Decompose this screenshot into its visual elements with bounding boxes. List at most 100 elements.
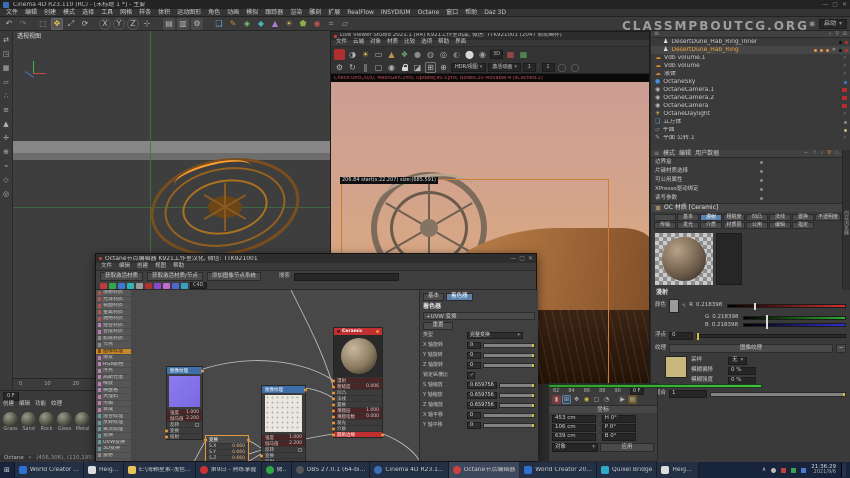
rot-h-field[interactable]: H 0° [602, 415, 636, 423]
zoom-icon[interactable]: ⊕ [438, 62, 449, 73]
tag-row[interactable]: 读写参数 [651, 194, 767, 203]
tag-state-dot[interactable] [760, 161, 763, 164]
tag-state-dot[interactable] [760, 197, 763, 200]
add-generator-icon[interactable]: ◈ [241, 18, 253, 30]
lv-menu-interface[interactable]: 界面 [455, 40, 466, 46]
menu-daz3d[interactable]: Daz 3D [484, 10, 506, 16]
am-up-icon[interactable]: ↑ [813, 151, 817, 156]
rotate-tool-icon[interactable]: ⟳ [79, 18, 91, 30]
notification-button[interactable] [841, 463, 846, 477]
undo-icon[interactable]: ↶ [3, 18, 15, 30]
scale-s-field[interactable]: 0.659756 [467, 382, 497, 389]
get-active-material-button[interactable]: 获取激活材质 [100, 272, 143, 281]
make-editable-icon[interactable]: ⇄ [1, 35, 11, 45]
menu-edit[interactable]: 编辑 [25, 10, 37, 16]
mat-tab-roughness[interactable]: 粗糙度 [723, 214, 745, 221]
channel-r-slider[interactable] [727, 304, 846, 308]
refresh-icon[interactable]: ↻ [347, 62, 358, 73]
matman-menu-edit[interactable]: 编辑 [19, 402, 30, 408]
engine-label[interactable]: Octane [4, 456, 24, 462]
channel-r-value[interactable]: 0.218398 [696, 303, 724, 309]
taskbar-item[interactable]: E:\海颗星素-浅色... [124, 462, 196, 478]
ne-menu-help[interactable]: 帮助 [173, 264, 184, 270]
start-button[interactable]: ⊞ [0, 462, 15, 478]
pos-y-field[interactable]: 106 cm [552, 424, 596, 432]
rot-b-field[interactable]: B 0° [602, 433, 636, 441]
node-header[interactable]: 图像纹理 [262, 386, 305, 393]
viewport-solo-icon[interactable]: ◎ [1, 189, 11, 199]
mat-tab-assign[interactable]: 指定 [792, 222, 814, 229]
lv-menu-cloud[interactable]: 云端 [353, 40, 364, 46]
tray-av-icon[interactable] [791, 468, 796, 473]
material-preview[interactable] [655, 233, 713, 285]
specular-chip[interactable] [118, 283, 125, 289]
rot-y-field[interactable]: 0 [467, 352, 481, 359]
glossy-material-icon[interactable]: ◍ [425, 49, 436, 60]
rot-x-slider[interactable] [483, 343, 535, 348]
matman-menu-function[interactable]: 功能 [35, 402, 46, 408]
image-texture-node-1[interactable]: 图像纹理 强度1.000 伽马值2.200 反转 变换 投射 [166, 366, 203, 440]
enabled-check-icon[interactable]: ✓ [843, 72, 847, 77]
enable-dot[interactable] [839, 41, 842, 44]
am-filter-icon[interactable]: ∇ [828, 151, 831, 156]
emission-chip[interactable] [172, 283, 179, 289]
enabled-check-icon[interactable]: ✓ [843, 64, 847, 69]
enabled-check-icon[interactable]: ✓ [843, 112, 847, 117]
add-field-icon[interactable]: ▲ [269, 18, 281, 30]
tag-row[interactable]: 可公用属性 [651, 176, 767, 185]
tag-x-icon[interactable]: ✕ [832, 48, 836, 53]
camera-tag[interactable] [842, 104, 847, 108]
taskbar-item[interactable]: Height Map1_819... [657, 462, 699, 478]
pie-icon[interactable]: ◔ [602, 395, 611, 404]
z-axis-lock-icon[interactable]: Z [127, 18, 139, 30]
am-tab-userdata[interactable]: 用户数据 [695, 151, 719, 157]
object-row[interactable]: ◉ OctaneCamera [651, 102, 850, 110]
object-row[interactable]: ☀ OctaneDaylight ✓ [651, 110, 850, 118]
trans-x-slider[interactable] [483, 413, 535, 418]
ne-menu-view[interactable]: 视图 [155, 264, 166, 270]
object-row[interactable]: ● OctaneSky [651, 78, 850, 86]
am-search-icon[interactable]: ⌕ [821, 151, 824, 156]
ne-menu-create[interactable]: 创建 [137, 264, 148, 270]
hdri-environment-icon[interactable]: ▭ [373, 49, 384, 60]
node-header[interactable]: 变换 [206, 436, 248, 443]
am-tab-mode[interactable]: 模式 [663, 151, 675, 157]
ne-minimize-icon[interactable]: — [510, 256, 516, 262]
tag-state-dot[interactable] [760, 188, 763, 191]
close-icon[interactable]: ✕ [842, 2, 847, 8]
render-view-icon[interactable]: ▤ [163, 18, 175, 30]
tray-mic-icon[interactable] [771, 468, 776, 473]
taskbar-item[interactable]: 第9日 - 熟练掌握 [196, 462, 262, 478]
add-light-icon[interactable]: ☀ [283, 18, 295, 30]
node-list-item[interactable]: 投射 [96, 453, 131, 460]
rot-p-field[interactable]: P 0° [602, 424, 636, 432]
polygons-mode-icon[interactable]: ▲ [1, 119, 11, 129]
film-icon[interactable]: ▤ [628, 395, 637, 404]
points-mode-icon[interactable]: ∴ [1, 91, 11, 101]
scale-y-slider[interactable] [499, 393, 535, 398]
add-deformer-icon[interactable]: ◆ [255, 18, 267, 30]
lock-aspect-checkbox[interactable]: ✓ [467, 372, 475, 379]
camera-tag[interactable] [842, 96, 847, 100]
coordinate-system-icon[interactable]: ⊹ [141, 18, 153, 30]
coords-mode-dropdown[interactable]: 对象▾ [552, 443, 598, 452]
play-icon[interactable]: ▶ [618, 395, 627, 404]
tray-clock[interactable]: 21:36:29 2021/9/6 [811, 465, 836, 476]
layout-dropdown[interactable]: 启动▾ [819, 19, 847, 29]
mat-tab[interactable] [654, 214, 676, 221]
material-swatch[interactable]: Glass [57, 412, 72, 432]
settings-gear-icon[interactable]: ⚙ [334, 62, 345, 73]
lv-menu-compare[interactable]: 比较 [404, 40, 415, 46]
snap-toggle-icon[interactable]: ⌁ [1, 161, 11, 171]
mat-tab-medium[interactable]: 介质 [700, 222, 722, 229]
edges-mode-icon[interactable]: ≡ [1, 105, 11, 115]
trans-y-slider[interactable] [483, 423, 535, 428]
object-row[interactable]: ❑ 立方体 [651, 118, 850, 126]
om-panel-icon[interactable]: ⊞ [843, 32, 847, 37]
mat-tab-emission[interactable]: 发光 [677, 222, 699, 229]
menu-help[interactable]: 帮助 [465, 10, 477, 16]
metal-material-icon[interactable]: ⬤ [464, 49, 475, 60]
mix-material-icon[interactable]: ◐ [451, 49, 462, 60]
om-burger-icon[interactable]: ≡ [654, 31, 659, 37]
rot-z-field[interactable]: 0 [467, 362, 481, 369]
